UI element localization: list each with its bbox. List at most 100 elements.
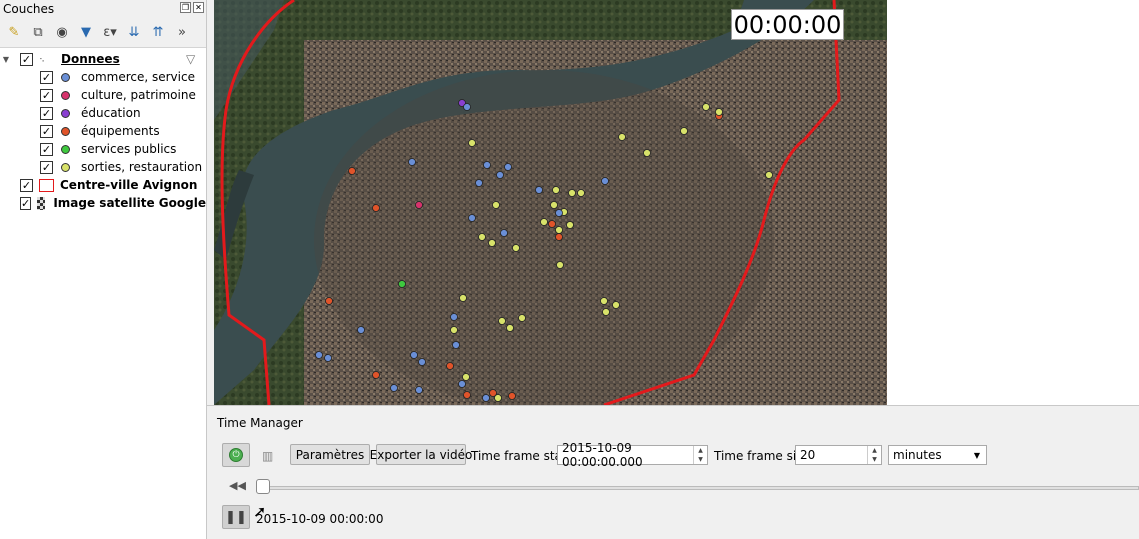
sublayer-row[interactable]: ✓ commerce, service (0, 68, 206, 86)
expand-all-icon[interactable]: ⇊ (124, 23, 144, 43)
filter-icon[interactable]: ▼ (76, 23, 96, 43)
poi-marker (463, 103, 471, 111)
layer-checkbox[interactable]: ✓ (20, 196, 32, 210)
poi-marker (492, 201, 500, 209)
rewind-icon[interactable]: ◀◀ (229, 479, 246, 492)
time-slider-track[interactable] (262, 486, 1139, 490)
layer-checkbox[interactable]: ✓ (40, 142, 53, 156)
more-icon[interactable]: » (172, 23, 192, 43)
poi-marker (600, 297, 608, 305)
point-layer-icon: ⠢ (39, 54, 45, 64)
poi-marker (325, 297, 333, 305)
layers-title-bar: Couches ❐ ✕ (0, 0, 206, 18)
sublayer-row[interactable]: ✓ culture, patrimoine (0, 86, 206, 104)
current-time-label: 2015-10-09 00:00:00 (256, 512, 384, 526)
poi-marker (508, 392, 516, 400)
export-video-button[interactable]: Exporter la vidéo (370, 444, 472, 465)
poi-marker (494, 394, 502, 402)
layer-label: Image satellite Google (53, 196, 206, 210)
poi-marker (702, 103, 710, 111)
poi-marker (415, 201, 423, 209)
poi-marker (463, 391, 471, 399)
archive-icon: ▥ (262, 449, 274, 463)
layer-satellite[interactable]: ✓ Image satellite Google (0, 194, 206, 212)
frame-size-value: 20 (800, 448, 816, 462)
poi-marker (418, 358, 426, 366)
filter-icon[interactable]: ▽ (186, 52, 195, 66)
sublayer-row[interactable]: ✓ éducation (0, 104, 206, 122)
poi-marker (450, 313, 458, 321)
collapse-arrow-icon[interactable]: ▼ (0, 55, 12, 64)
poi-marker (555, 233, 563, 241)
paint-brush-icon[interactable]: ✎ (4, 23, 24, 43)
frame-size-spinner[interactable]: ▲ ▼ (867, 446, 881, 464)
poi-marker (478, 233, 486, 241)
sublayer-label: culture, patrimoine (81, 88, 196, 102)
point-symbol-icon (61, 144, 70, 154)
layer-checkbox[interactable]: ✓ (20, 178, 33, 192)
poi-marker (462, 373, 470, 381)
power-icon: ⏻ (229, 448, 243, 462)
poi-marker (535, 186, 543, 194)
sublayer-row[interactable]: ✓ équipements (0, 122, 206, 140)
map-blank-area (887, 0, 1139, 405)
raster-symbol-icon (37, 196, 46, 210)
poi-marker (468, 214, 476, 222)
layer-centre-ville[interactable]: ✓ Centre-ville Avignon (0, 176, 206, 194)
eye-icon[interactable]: ◉ (52, 23, 72, 43)
layer-checkbox[interactable]: ✓ (40, 160, 53, 174)
collapse-all-icon[interactable]: ⇈ (148, 23, 168, 43)
layers-title: Couches (3, 2, 55, 16)
poi-marker (458, 380, 466, 388)
time-slider-handle[interactable] (256, 479, 270, 494)
poi-marker (555, 209, 563, 217)
poi-marker (398, 280, 406, 288)
poi-marker (552, 186, 560, 194)
close-panel-icon[interactable]: ✕ (193, 2, 204, 13)
poi-marker (482, 394, 490, 402)
expression-icon[interactable]: ε▾ (100, 23, 120, 43)
satellite-map (214, 0, 887, 405)
sublayer-label: sorties, restauration (81, 160, 203, 174)
frame-start-field[interactable]: 2015-10-09 00:00:00.000 ▲ ▼ (557, 441, 708, 469)
poi-marker (459, 294, 467, 302)
layer-checkbox[interactable]: ✓ (40, 124, 53, 138)
chevron-down-icon: ▼ (973, 450, 980, 460)
sublayer-label: éducation (81, 106, 141, 120)
poi-marker (372, 204, 380, 212)
add-group-icon[interactable]: ⧉ (28, 23, 48, 43)
settings-button[interactable]: Paramètres (290, 444, 370, 465)
poi-marker (483, 161, 491, 169)
mouse-cursor-icon: ➚ (253, 502, 267, 521)
poi-marker (500, 229, 508, 237)
frame-start-spinner[interactable]: ▲ ▼ (693, 446, 707, 464)
sublayer-row[interactable]: ✓ services publics (0, 140, 206, 158)
poi-marker (408, 158, 416, 166)
power-toggle-button[interactable]: ⏻ (222, 443, 250, 467)
poi-marker (540, 218, 548, 226)
frame-size-field[interactable]: 20 ▲ ▼ (795, 445, 882, 465)
map-canvas[interactable] (214, 0, 887, 405)
poi-marker (612, 301, 620, 309)
layer-checkbox[interactable]: ✓ (20, 52, 33, 66)
poi-marker (496, 171, 504, 179)
poi-marker (348, 167, 356, 175)
sublayer-label: commerce, service (81, 70, 195, 84)
layer-checkbox[interactable]: ✓ (40, 70, 53, 84)
point-symbol-icon (61, 126, 70, 136)
float-panel-icon[interactable]: ❐ (180, 2, 191, 13)
layer-checkbox[interactable]: ✓ (40, 106, 53, 120)
layer-label: Centre-ville Avignon (60, 178, 198, 192)
sublayer-row[interactable]: ✓ sorties, restauration (0, 158, 206, 176)
time-unit-select[interactable]: minutes ▼ (888, 445, 987, 465)
layer-checkbox[interactable]: ✓ (40, 88, 53, 102)
pause-button[interactable]: ❚❚ (222, 505, 250, 529)
frame-start-value: 2015-10-09 00:00:00.000 (562, 441, 643, 469)
polygon-symbol-icon (39, 178, 54, 192)
poi-marker (680, 127, 688, 135)
layer-group-donnees[interactable]: ▼ ✓ ⠢ Donnees ▽ (0, 50, 206, 68)
layer-tree: ▼ ✓ ⠢ Donnees ▽ ✓ commerce, service ✓ cultu… (0, 48, 206, 212)
group-label: Donnees (61, 52, 120, 66)
poi-marker (324, 354, 332, 362)
sublayer-label: services publics (81, 142, 177, 156)
